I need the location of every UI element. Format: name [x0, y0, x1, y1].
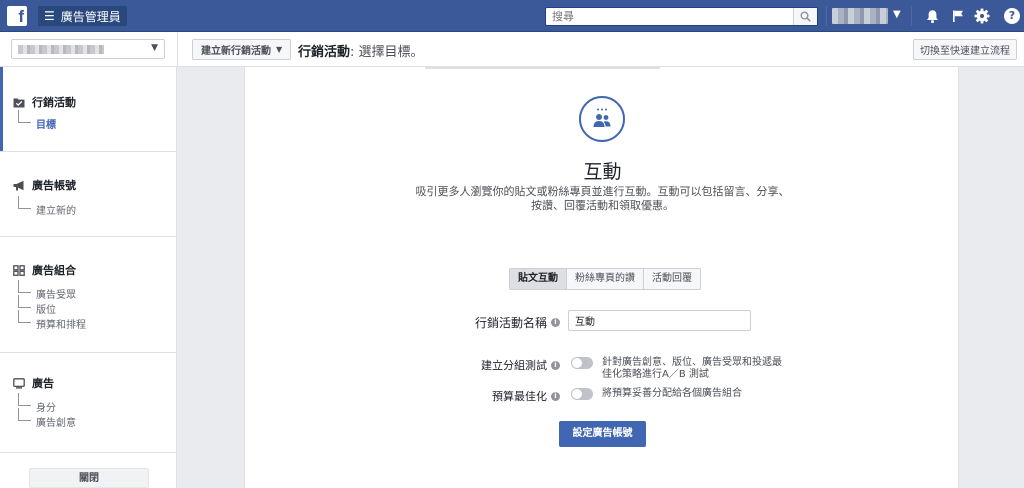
campaign-icon — [12, 96, 26, 108]
sidebar-item-ad[interactable]: 廣告 — [12, 375, 54, 391]
profile-dropdown-icon[interactable]: ▼ — [893, 9, 901, 20]
create-campaign-button[interactable]: 建立新行銷活動 ▼ — [192, 39, 292, 60]
info-icon[interactable]: i — [551, 318, 560, 327]
sidebar-section-label: 行銷活動 — [32, 96, 76, 109]
objective-title: 互動 — [583, 161, 622, 183]
app-title: 廣告管理員 — [60, 9, 121, 24]
sidebar-item-ad-set[interactable]: 廣告組合 — [12, 262, 76, 278]
sidebar-item-budget-schedule[interactable]: 預算和排程 — [18, 310, 86, 331]
engagement-type-tabs: 貼文互動 粉絲專頁的讚 活動回覆 — [509, 268, 701, 290]
sidebar-section-ad-account: 廣告帳號 建立新的 — [0, 152, 176, 237]
sidebar-section-campaign: 行銷活動 目標 — [0, 67, 176, 152]
top-navigation-bar: f ☰ 廣告管理員 ▼ ? — [0, 0, 1024, 32]
page-title-main: 行銷活動 — [298, 45, 351, 60]
sidebar-item-ad-creative[interactable]: 廣告創意 — [18, 408, 76, 429]
ad-account-name-redacted — [18, 45, 104, 54]
sidebar-item-objective[interactable]: 目標 — [18, 110, 56, 131]
set-ad-account-button[interactable]: 設定廣告帳號 — [559, 421, 646, 447]
search-input[interactable] — [546, 8, 791, 25]
adset-grid-icon — [12, 264, 26, 276]
profile-avatar[interactable] — [832, 8, 888, 24]
campaign-name-label: 行銷活動名稱 i — [395, 314, 560, 331]
topbar-divider — [826, 6, 827, 26]
facebook-logo[interactable]: f — [7, 6, 27, 26]
page-title: 行銷活動: 選擇目標。 — [298, 41, 424, 60]
gear-icon — [974, 8, 990, 24]
campaign-name-input[interactable] — [568, 310, 751, 331]
search-box — [545, 7, 818, 26]
page-title-sub: : 選擇目標。 — [350, 45, 424, 60]
sidebar-section-ad-set: 廣告組合 廣告受眾 版位 預算和排程 — [0, 237, 176, 353]
close-button[interactable]: 關閉 — [29, 468, 149, 488]
sidebar-section-ad: 廣告 身分 廣告創意 — [0, 353, 176, 453]
objective-card: 互動 吸引更多人瀏覽你的貼文或粉絲專頁並進行互動。互動可以包括留言、分享、按讚、… — [244, 67, 959, 488]
split-test-toggle[interactable] — [571, 357, 593, 369]
budget-optimization-toggle[interactable] — [571, 388, 593, 400]
megaphone-icon — [12, 179, 26, 191]
toolbar-divider — [177, 32, 178, 67]
topbar-divider — [911, 6, 912, 26]
sidebar-section-label: 廣告 — [32, 377, 54, 390]
sidebar-item-create-new[interactable]: 建立新的 — [18, 196, 76, 217]
objective-description: 吸引更多人瀏覽你的貼文或粉絲專頁並進行互動。互動可以包括留言、分享、按讚、回覆活… — [415, 185, 790, 212]
chevron-down-icon: ▼ — [151, 43, 158, 53]
notifications-button[interactable] — [922, 6, 942, 26]
budget-optimization-description: 將預算妥善分配給各個廣告組合 — [602, 388, 742, 399]
secondary-toolbar: ▼ 建立新行銷活動 ▼ 行銷活動: 選擇目標。 切換至快速建立流程 — [0, 32, 1024, 67]
split-test-description: 針對廣告創意、版位、廣告受眾和投遞最佳化策略進行A／B 測試 — [602, 357, 782, 380]
split-test-label-text: 建立分組測試 — [481, 359, 547, 372]
split-test-label: 建立分組測試 i — [395, 357, 560, 373]
card-top-divider — [425, 67, 660, 69]
campaign-name-label-text: 行銷活動名稱 — [474, 316, 547, 330]
info-icon[interactable]: i — [551, 360, 560, 370]
tab-post-engagement[interactable]: 貼文互動 — [510, 269, 567, 289]
creation-steps-sidebar: 行銷活動 目標 廣告帳號 建立新的 廣告組合 廣告受眾 版位 預算和排程 廣告 … — [0, 67, 177, 488]
ads-manager-menu-button[interactable]: ☰ 廣告管理員 — [38, 6, 127, 26]
search-icon — [800, 11, 811, 22]
flag-icon — [953, 10, 963, 22]
ad-monitor-icon — [12, 377, 26, 389]
settings-button[interactable] — [972, 6, 992, 26]
sidebar-item-ad-account[interactable]: 廣告帳號 — [12, 177, 76, 193]
create-campaign-label: 建立新行銷活動 — [201, 46, 271, 57]
switch-to-quick-creation-button[interactable]: 切換至快速建立流程 — [913, 39, 1017, 60]
sidebar-section-label: 廣告帳號 — [32, 179, 76, 192]
chevron-down-icon: ▼ — [276, 45, 283, 54]
budget-optimization-label: 預算最佳化 i — [395, 388, 560, 404]
ad-account-selector[interactable]: ▼ — [11, 39, 165, 59]
search-button[interactable] — [793, 8, 817, 25]
sidebar-section-label: 廣告組合 — [32, 264, 76, 277]
engagement-people-icon — [593, 108, 611, 127]
bell-icon — [926, 9, 938, 23]
info-icon[interactable]: i — [551, 391, 560, 401]
menu-icon: ☰ — [44, 9, 55, 23]
sidebar-item-campaign[interactable]: 行銷活動 — [12, 94, 76, 110]
help-icon[interactable]: ? — [1004, 8, 1020, 24]
objective-icon-circle — [579, 96, 625, 142]
flag-button[interactable] — [948, 6, 968, 26]
budget-optimization-label-text: 預算最佳化 — [492, 390, 547, 403]
tab-event-responses[interactable]: 活動回覆 — [644, 269, 700, 289]
tab-page-likes[interactable]: 粉絲專頁的讚 — [567, 269, 644, 289]
